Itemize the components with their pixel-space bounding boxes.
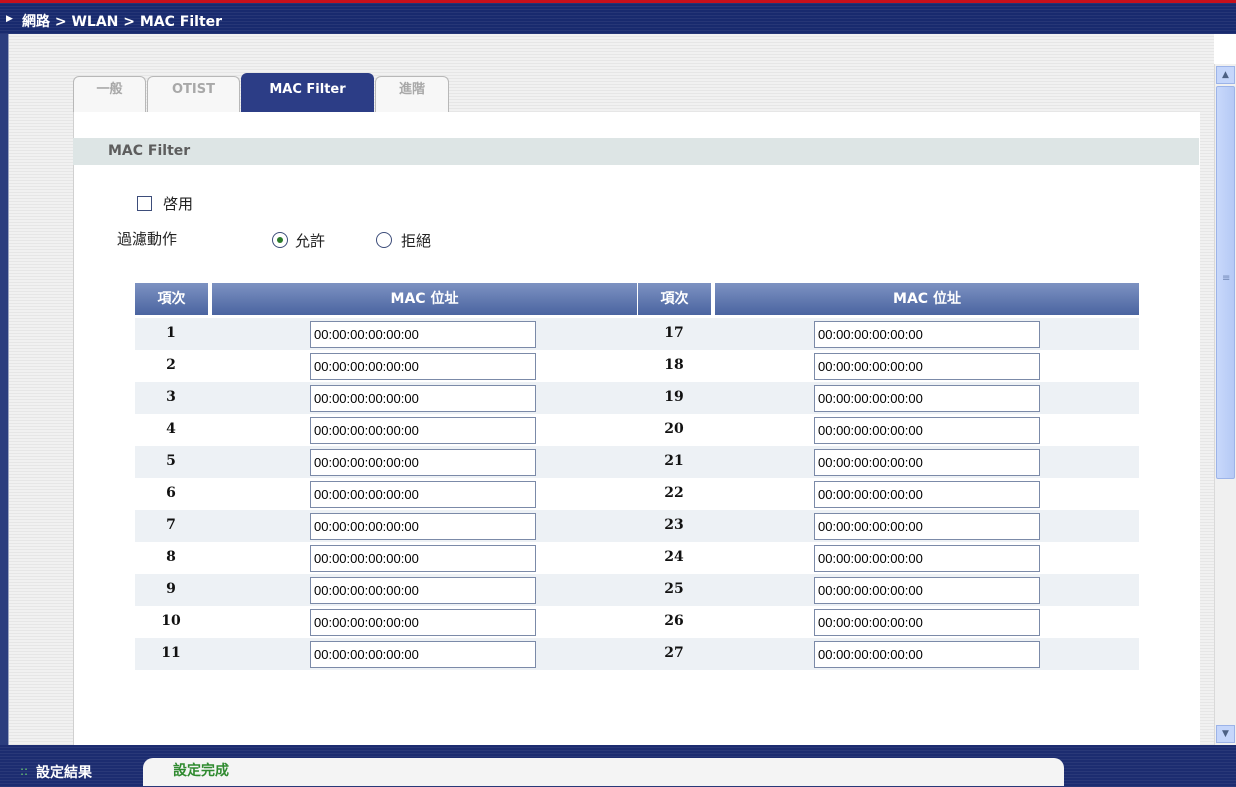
scroll-thumb[interactable]: ≡ — [1216, 86, 1235, 479]
vertical-scrollbar[interactable]: ▲ ≡ ▼ — [1214, 64, 1236, 745]
row-index: 25 — [664, 581, 684, 597]
row-index: 20 — [664, 421, 684, 437]
status-message: 設定完成 — [143, 758, 1064, 786]
row-index: 2 — [166, 357, 176, 373]
row-index: 23 — [664, 517, 684, 533]
row-index: 22 — [664, 485, 684, 501]
mac-address-input[interactable]: 00:00:00:00:00:00 — [310, 641, 536, 668]
row-index: 27 — [664, 645, 684, 661]
mac-address-input[interactable]: 00:00:00:00:00:00 — [310, 353, 536, 380]
mac-address-input[interactable]: 00:00:00:00:00:00 — [310, 513, 536, 540]
status-label: 設定結果 — [36, 765, 92, 781]
mac-address-input[interactable]: 00:00:00:00:00:00 — [310, 417, 536, 444]
mac-address-input[interactable]: 00:00:00:00:00:00 — [814, 545, 1040, 572]
row-index: 5 — [166, 453, 176, 469]
row-index: 17 — [664, 325, 684, 341]
mac-address-input[interactable]: 00:00:00:00:00:00 — [814, 481, 1040, 508]
mac-address-input[interactable]: 00:00:00:00:00:00 — [814, 609, 1040, 636]
mac-address-input[interactable]: 00:00:00:00:00:00 — [310, 577, 536, 604]
mac-address-input[interactable]: 00:00:00:00:00:00 — [310, 481, 536, 508]
row-index: 8 — [166, 549, 176, 565]
scroll-up-icon[interactable]: ▲ — [1216, 66, 1235, 84]
row-index: 26 — [664, 613, 684, 629]
row-index: 7 — [166, 517, 176, 533]
mac-address-input[interactable]: 00:00:00:00:00:00 — [814, 641, 1040, 668]
row-index: 9 — [166, 581, 176, 597]
row-index: 19 — [664, 389, 684, 405]
mac-address-input[interactable]: 00:00:00:00:00:00 — [310, 449, 536, 476]
mac-address-input[interactable]: 00:00:00:00:00:00 — [310, 609, 536, 636]
status-bar: :: 設定結果 設定完成 — [0, 745, 1236, 787]
row-index: 3 — [166, 389, 176, 405]
row-index: 18 — [664, 357, 684, 373]
row-index: 21 — [664, 453, 684, 469]
mac-address-input[interactable]: 00:00:00:00:00:00 — [814, 353, 1040, 380]
row-index: 1 — [166, 325, 176, 341]
mac-table-body: 1 00:00:00:00:00:00 17 00:00:00:00:00:00 2 00… — [0, 0, 1236, 745]
mac-address-input[interactable]: 00:00:00:00:00:00 — [310, 385, 536, 412]
mac-address-input[interactable]: 00:00:00:00:00:00 — [814, 577, 1040, 604]
mac-address-input[interactable]: 00:00:00:00:00:00 — [814, 513, 1040, 540]
scroll-down-icon[interactable]: ▼ — [1216, 725, 1235, 743]
mac-address-input[interactable]: 00:00:00:00:00:00 — [814, 321, 1040, 348]
dots-icon: :: — [20, 764, 29, 778]
row-index: 4 — [166, 421, 176, 437]
mac-address-input[interactable]: 00:00:00:00:00:00 — [814, 385, 1040, 412]
row-index: 11 — [161, 645, 181, 661]
row-index: 6 — [166, 485, 176, 501]
mac-address-input[interactable]: 00:00:00:00:00:00 — [310, 545, 536, 572]
mac-address-input[interactable]: 00:00:00:00:00:00 — [310, 321, 536, 348]
mac-address-input[interactable]: 00:00:00:00:00:00 — [814, 449, 1040, 476]
grip-icon: ≡ — [1222, 273, 1231, 284]
row-index: 10 — [161, 613, 181, 629]
row-index: 24 — [664, 549, 684, 565]
mac-address-input[interactable]: 00:00:00:00:00:00 — [814, 417, 1040, 444]
